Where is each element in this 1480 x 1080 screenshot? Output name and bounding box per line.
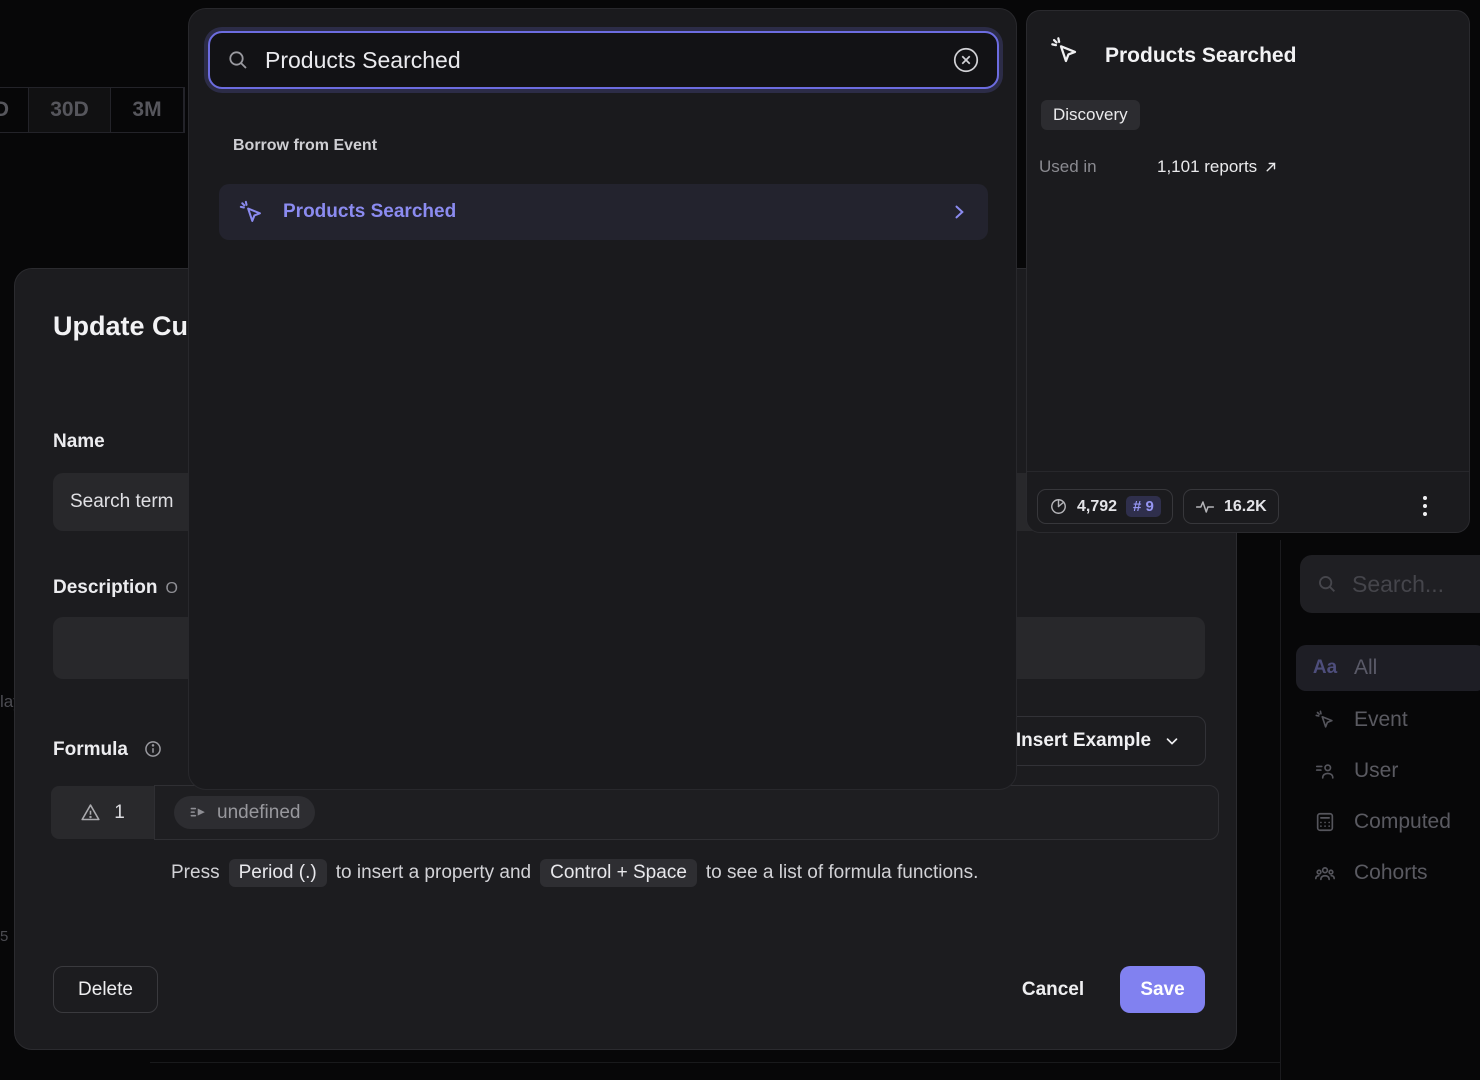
sidebar-item-user[interactable]: User <box>1296 748 1480 794</box>
property-search-dropdown: Borrow from Event Products Searched <box>188 8 1017 790</box>
app-root: lay 5 D 30D 3M Search... Aa All Event Us… <box>0 0 1480 1080</box>
event-count-stat[interactable]: 4,792 # 9 <box>1037 489 1173 524</box>
control-space-key-chip: Control + Space <box>540 859 697 887</box>
search-result-products-searched[interactable]: Products Searched <box>219 184 988 240</box>
search-icon <box>226 48 250 72</box>
insert-example-label: Insert Example <box>1016 730 1151 752</box>
property-search-input-wrap <box>208 31 999 89</box>
formula-error-gutter: 1 <box>51 786 154 839</box>
external-link-arrow-icon <box>1264 160 1278 174</box>
optional-fragment: O <box>166 580 178 597</box>
undefined-property-chip[interactable]: undefined <box>174 796 315 829</box>
sidebar-search-input[interactable]: Search... <box>1300 555 1480 613</box>
formula-editor[interactable]: undefined <box>154 785 1219 840</box>
sidebar-item-label: Cohorts <box>1354 861 1428 885</box>
modal-title: Update Cu <box>53 311 188 342</box>
sidebar-item-label: Event <box>1354 708 1408 732</box>
help-tail: to see a list of formula functions. <box>706 862 978 884</box>
result-label: Products Searched <box>283 201 456 223</box>
cohorts-people-icon <box>1312 862 1338 884</box>
event-cursor-click-icon <box>1312 709 1338 731</box>
panel-divider <box>1280 540 1281 1080</box>
panel-bottom-edge <box>150 1062 1280 1063</box>
used-in-reports-link[interactable]: 1,101 reports <box>1157 157 1278 177</box>
sidebar-item-all[interactable]: Aa All <box>1296 645 1480 691</box>
property-search-input[interactable] <box>265 47 951 74</box>
range-3m-button[interactable]: 3M <box>111 88 184 132</box>
event-title: Products Searched <box>1105 44 1296 68</box>
description-label-text: Description <box>53 577 158 598</box>
period-key-chip: Period (.) <box>229 859 327 887</box>
formula-line-number: 1 <box>114 802 125 824</box>
range-7d-button[interactable]: D <box>0 88 29 132</box>
sidebar-item-computed[interactable]: Computed <box>1296 799 1480 845</box>
reports-count: 1,101 reports <box>1157 157 1257 177</box>
sidebar-item-event[interactable]: Event <box>1296 697 1480 743</box>
help-press: Press <box>171 862 220 884</box>
event-cursor-click-icon <box>1049 35 1081 72</box>
category-badge: Discovery <box>1041 100 1140 130</box>
volume-value: 16.2K <box>1224 498 1267 516</box>
borrow-from-event-section-label: Borrow from Event <box>233 137 377 155</box>
formula-label: Formula <box>53 739 163 765</box>
sidebar-item-label: User <box>1354 759 1398 783</box>
event-volume-stat[interactable]: 16.2K <box>1183 489 1279 524</box>
clear-search-icon[interactable] <box>951 45 981 75</box>
kebab-menu-icon[interactable] <box>1411 491 1439 521</box>
sidebar-item-label: Computed <box>1354 810 1451 834</box>
pie-chart-icon <box>1049 497 1068 516</box>
description-label: Description O <box>53 577 178 599</box>
sidebar-item-label: All <box>1354 656 1377 680</box>
range-30d-button[interactable]: 30D <box>29 88 111 132</box>
calculator-icon <box>1312 811 1338 833</box>
sidebar-item-cohorts[interactable]: Cohorts <box>1296 850 1480 896</box>
save-button[interactable]: Save <box>1120 966 1205 1013</box>
chevron-down-icon <box>1163 732 1181 750</box>
sidebar-search-placeholder: Search... <box>1352 571 1444 598</box>
count-value: 4,792 <box>1077 498 1117 516</box>
undefined-chip-label: undefined <box>217 802 300 824</box>
rank-badge: # 9 <box>1126 496 1161 517</box>
card-separator <box>1027 471 1469 472</box>
help-mid: to insert a property and <box>336 862 531 884</box>
info-icon[interactable] <box>143 739 163 765</box>
insert-example-button[interactable]: Insert Example <box>991 716 1206 766</box>
formula-label-text: Formula <box>53 739 128 760</box>
event-detail-card: Products Searched Discovery Used in 1,10… <box>1026 10 1470 533</box>
delete-button[interactable]: Delete <box>53 966 158 1013</box>
formula-help-text: Press Period (.) to insert a property an… <box>171 859 978 887</box>
user-icon <box>1312 760 1338 782</box>
used-in-label: Used in <box>1039 157 1097 177</box>
chevron-right-icon <box>949 202 969 222</box>
event-cursor-click-icon <box>238 199 265 226</box>
event-property-icon <box>189 803 208 822</box>
chart-tick-fragment: 5 <box>0 928 8 945</box>
warning-icon <box>80 802 101 823</box>
cancel-button[interactable]: Cancel <box>1015 966 1091 1013</box>
time-range-control: D 30D 3M <box>0 87 185 133</box>
name-label: Name <box>53 431 105 453</box>
aa-text-icon: Aa <box>1312 657 1338 679</box>
activity-pulse-icon <box>1195 497 1215 517</box>
search-icon <box>1316 573 1338 595</box>
